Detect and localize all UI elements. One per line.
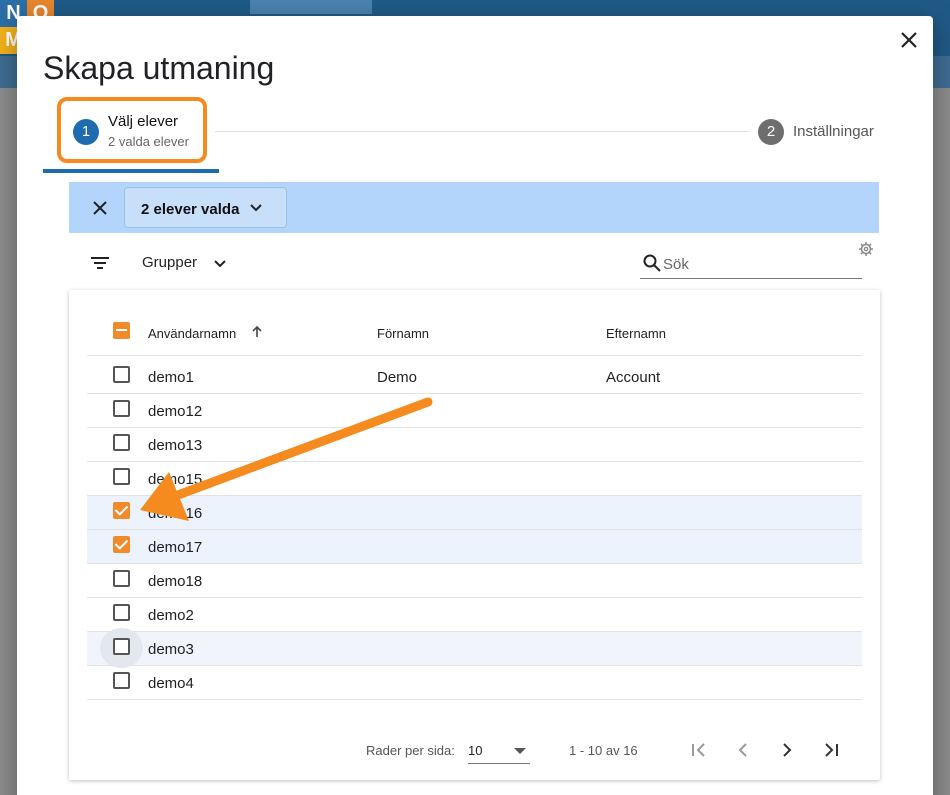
search-icon: [643, 254, 661, 272]
column-header-lastname[interactable]: Efternamn: [606, 326, 666, 341]
step-sublabel: 2 valda elever: [108, 134, 189, 149]
groups-label: Grupper: [142, 254, 198, 271]
cell-username: demo13: [148, 437, 203, 454]
sort-ascending-icon[interactable]: [250, 325, 264, 339]
cell-lastname: Account: [606, 369, 661, 386]
close-button[interactable]: [897, 28, 921, 52]
first-page-icon[interactable]: [687, 738, 711, 762]
rows-per-page-label: Rader per sida:: [366, 743, 455, 758]
row-checkbox[interactable]: [113, 468, 130, 485]
chevron-down-icon: [250, 204, 262, 212]
table-row[interactable]: demo18: [87, 564, 862, 598]
table-row-selected[interactable]: demo16: [87, 496, 862, 530]
table-row[interactable]: demo2: [87, 598, 862, 632]
table-header: Användarnamn Förnamn Efternamn: [87, 308, 862, 356]
close-icon: [93, 201, 107, 215]
search-input[interactable]: Sök: [640, 249, 862, 279]
table-row[interactable]: demo15: [87, 462, 862, 496]
step-label: Välj elever: [108, 113, 179, 130]
step-connector: [215, 131, 749, 132]
dialog-title: Skapa utmaning: [43, 50, 275, 86]
close-icon: [901, 32, 917, 48]
cell-username: demo4: [148, 675, 194, 692]
selected-students-dropdown[interactable]: 2 elever valda: [124, 187, 287, 228]
cell-firstname: Demo: [377, 369, 418, 386]
cell-username: demo3: [148, 641, 194, 658]
rows-per-page-select[interactable]: 10: [468, 736, 530, 764]
cell-username: demo12: [148, 403, 203, 420]
last-page-icon[interactable]: [819, 738, 843, 762]
row-checkbox[interactable]: [113, 638, 130, 655]
caret-down-icon: [514, 748, 526, 754]
table-row[interactable]: demo4: [87, 666, 862, 700]
row-checkbox[interactable]: [113, 604, 130, 621]
row-checkbox[interactable]: [113, 672, 130, 689]
rows-per-page-value: 10: [468, 743, 483, 758]
selected-count-label: 2 elever valda: [141, 201, 240, 218]
table-row[interactable]: demo12: [87, 394, 862, 428]
pagination-range: 1 - 10 av 16: [569, 743, 638, 758]
select-all-checkbox[interactable]: [113, 322, 130, 339]
search-placeholder: Sök: [663, 256, 689, 273]
row-checkbox[interactable]: [113, 434, 130, 451]
row-checkbox[interactable]: [113, 570, 130, 587]
selection-bar: 2 elever valda: [69, 182, 879, 233]
row-checkbox[interactable]: [113, 366, 130, 383]
cell-username: demo1: [148, 369, 194, 386]
cell-username: demo17: [148, 539, 203, 556]
previous-page-icon[interactable]: [731, 738, 755, 762]
step-number-badge: 1: [73, 119, 99, 145]
next-page-icon[interactable]: [775, 738, 799, 762]
table-row[interactable]: demo13: [87, 428, 862, 462]
gear-icon[interactable]: [858, 241, 874, 257]
cell-username: demo2: [148, 607, 194, 624]
cell-username: demo18: [148, 573, 203, 590]
step-label: Inställningar: [793, 123, 874, 140]
background-tab: [250, 0, 372, 14]
students-table: Användarnamn Förnamn Efternamn demo1 Dem…: [69, 290, 880, 780]
create-challenge-dialog: Skapa utmaning 1 Välj elever 2 valda ele…: [17, 16, 933, 795]
cell-username: demo16: [148, 505, 203, 522]
row-checkbox[interactable]: [113, 400, 130, 417]
groups-dropdown[interactable]: Grupper: [142, 254, 226, 271]
column-header-username[interactable]: Användarnamn: [148, 326, 236, 341]
step-number-badge: 2: [758, 119, 784, 145]
table-row[interactable]: demo1 Demo Account: [87, 360, 862, 394]
step-select-students[interactable]: 1 Välj elever 2 valda elever: [57, 97, 207, 163]
clear-selection-button[interactable]: [89, 197, 111, 219]
active-step-indicator: [43, 169, 219, 173]
table-row-hovered[interactable]: demo3: [87, 628, 862, 668]
row-checkbox-checked[interactable]: [113, 536, 130, 553]
row-checkbox-checked[interactable]: [113, 502, 130, 519]
filter-icon[interactable]: [89, 252, 111, 274]
chevron-down-icon: [214, 260, 226, 268]
cell-username: demo15: [148, 471, 203, 488]
column-header-firstname[interactable]: Förnamn: [377, 326, 429, 341]
table-row-selected[interactable]: demo17: [87, 530, 862, 564]
